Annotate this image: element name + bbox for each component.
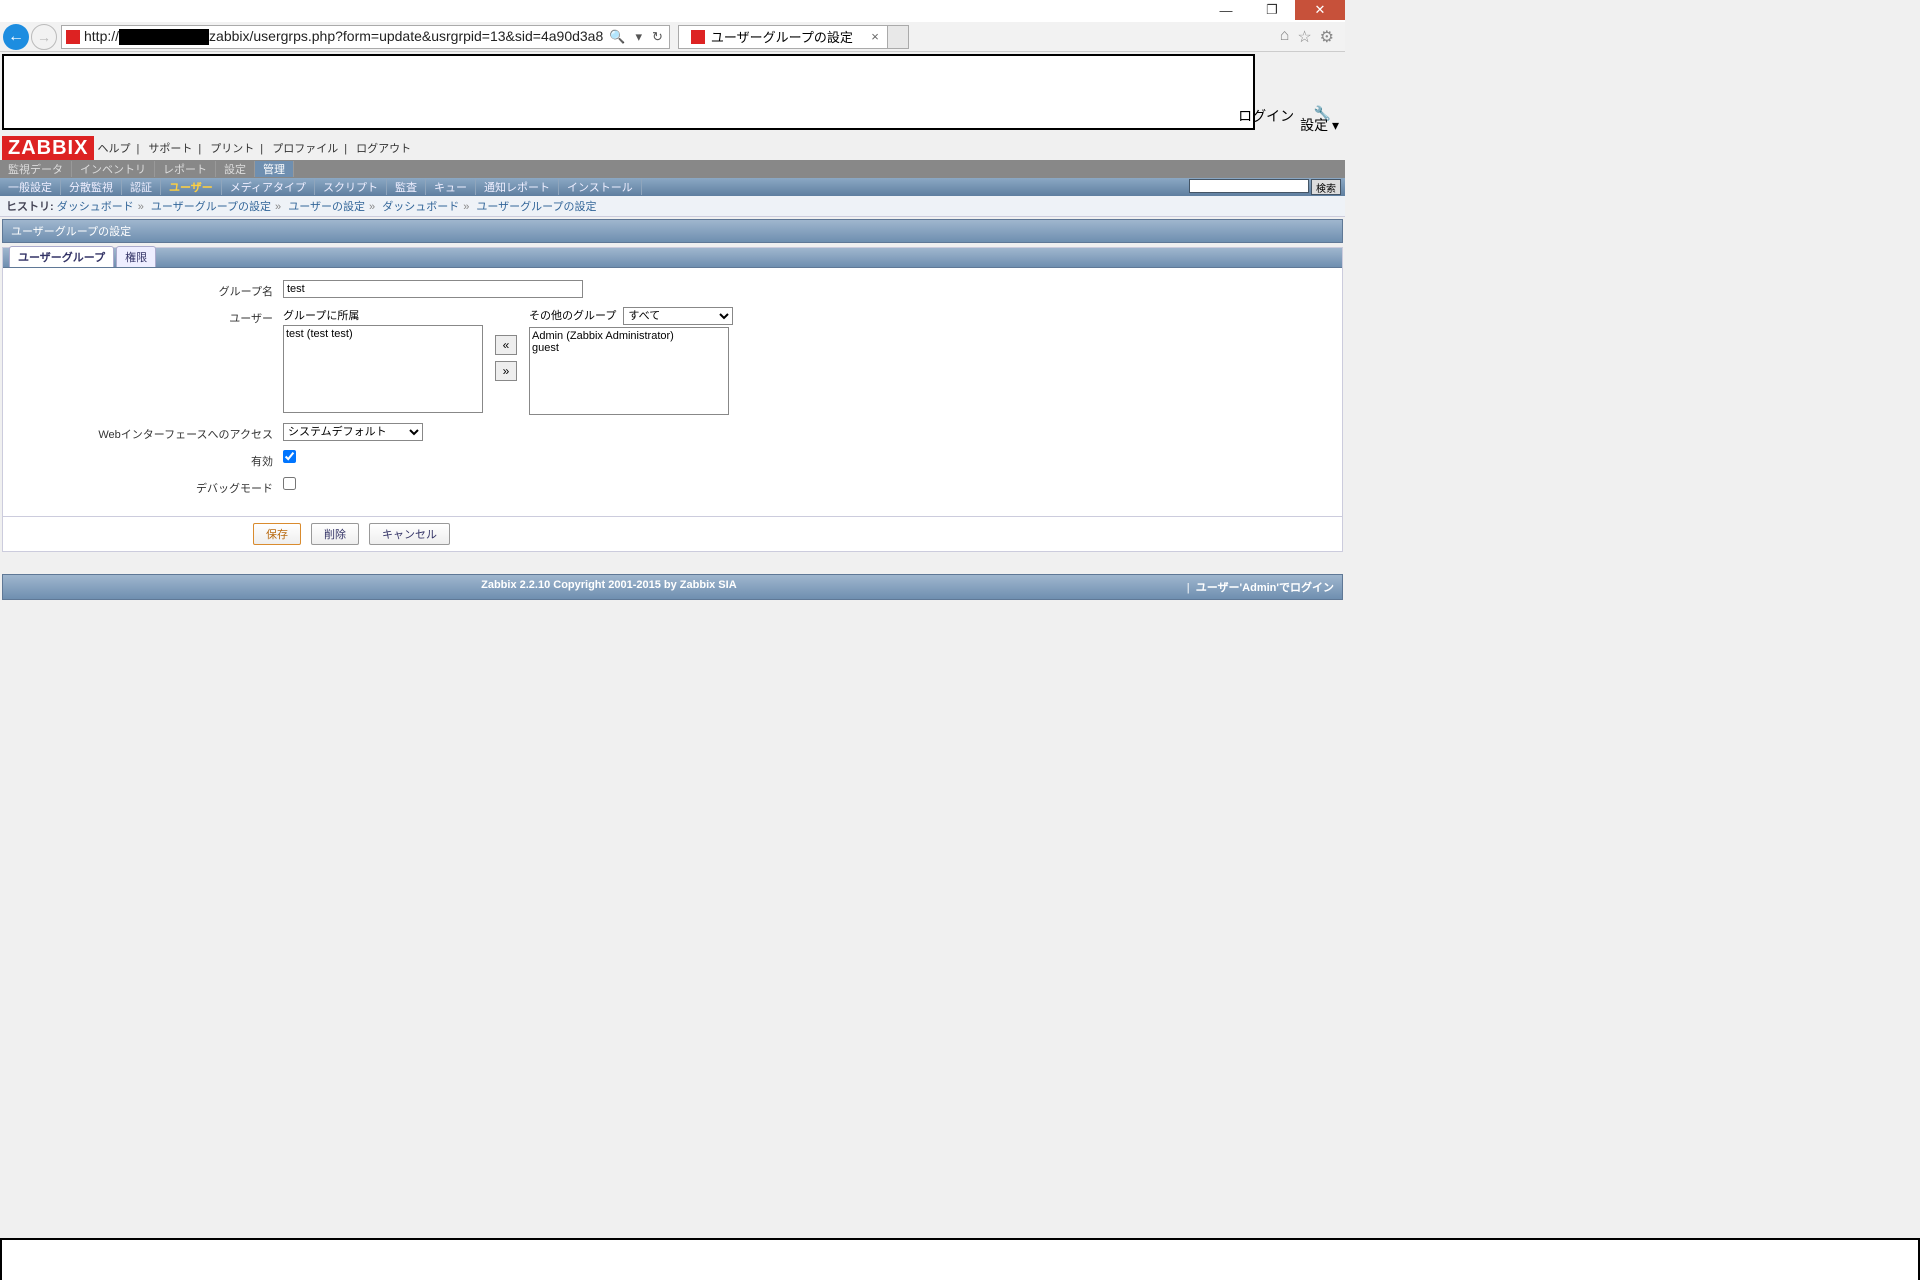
nav-config[interactable]: 設定: [216, 161, 255, 177]
nav-inventory[interactable]: インベントリ: [72, 161, 155, 177]
favicon-icon: [66, 30, 80, 44]
subnav-auth[interactable]: 認証: [122, 179, 161, 195]
tab-favicon-icon: [691, 30, 705, 44]
delete-button[interactable]: 削除: [311, 523, 359, 545]
main-nav: 監視データ インベントリ レポート 設定 管理: [0, 160, 1345, 178]
tools-icon[interactable]: ⚙: [1320, 27, 1334, 47]
subnav-users[interactable]: ユーザー: [161, 179, 222, 195]
subnav-dm[interactable]: 分散監視: [61, 179, 122, 195]
history-link[interactable]: ユーザーグループの設定: [476, 201, 596, 213]
footer-logged-in: ユーザー'Admin'でログイン: [1196, 582, 1334, 594]
browser-addressbar: ← → http://zabbix/usergrps.php?form=upda…: [0, 22, 1345, 52]
nav-admin[interactable]: 管理: [255, 161, 294, 177]
nav-back-button[interactable]: ←: [3, 24, 29, 50]
button-bar: 保存 削除 キャンセル: [2, 517, 1343, 552]
favorites-icon[interactable]: ☆: [1297, 27, 1311, 47]
nav-reports[interactable]: レポート: [155, 161, 216, 177]
list-item[interactable]: test (test test): [286, 328, 480, 340]
select-web-access[interactable]: システムデフォルト: [283, 423, 423, 441]
tab-permissions[interactable]: 権限: [116, 246, 156, 267]
tab-close-icon[interactable]: ×: [871, 29, 879, 44]
minimize-button[interactable]: —: [1203, 0, 1249, 20]
subnav-queue[interactable]: キュー: [426, 179, 476, 195]
label-users: ユーザー: [13, 307, 283, 326]
search-button[interactable]: 検索: [1311, 179, 1341, 195]
sub-nav: 一般設定 分散監視 認証 ユーザー メディアタイプ スクリプト 監査 キュー 通…: [0, 178, 1345, 196]
new-tab-button[interactable]: [887, 25, 909, 49]
history-link[interactable]: ユーザーグループの設定: [151, 201, 271, 213]
move-right-button[interactable]: »: [495, 361, 517, 381]
close-button[interactable]: ✕: [1295, 0, 1345, 20]
history-bar: ヒストリ: ダッシュボード» ユーザーグループの設定» ユーザーの設定» ダッシ…: [0, 196, 1345, 217]
history-label: ヒストリ:: [6, 201, 54, 213]
history-link[interactable]: ユーザーの設定: [288, 201, 365, 213]
footer-copyright: Zabbix 2.2.10 Copyright 2001-2015 by Zab…: [31, 579, 1187, 595]
subnav-notifications[interactable]: 通知レポート: [476, 179, 559, 195]
cancel-button[interactable]: キャンセル: [369, 523, 450, 545]
form-tabs: ユーザーグループ 権限: [3, 248, 1342, 268]
label-other-groups: その他のグループ すべて: [529, 307, 733, 325]
zabbix-header: ZABBIX ヘルプ| サポート| プリント| プロファイル| ログアウト: [0, 132, 1345, 160]
checkbox-enabled[interactable]: [283, 450, 296, 463]
nav-forward-button[interactable]: →: [31, 24, 57, 50]
profile-link[interactable]: プロファイル: [272, 143, 338, 155]
label-in-group: グループに所属: [283, 307, 483, 323]
list-item[interactable]: Admin (Zabbix Administrator): [532, 330, 726, 342]
logout-link[interactable]: ログアウト: [356, 143, 411, 155]
tab-usergroup[interactable]: ユーザーグループ: [9, 246, 114, 267]
subnav-general[interactable]: 一般設定: [0, 179, 61, 195]
page-login-block: ログイン 🔧 設定 ▾: [1238, 106, 1339, 132]
subnav-audit[interactable]: 監査: [387, 179, 426, 195]
browser-tab[interactable]: ユーザーグループの設定 ×: [678, 25, 888, 49]
listbox-in-group[interactable]: test (test test): [283, 325, 483, 413]
url-text: http://zabbix/usergrps.php?form=update&u…: [84, 28, 603, 45]
page-body: ログイン 🔧 設定 ▾ ZABBIX ヘルプ| サポート| プリント| プロファ…: [0, 54, 1345, 600]
maximize-button[interactable]: ❐: [1249, 0, 1295, 20]
form-panel: ユーザーグループ 権限 グループ名 ユーザー グループに所属 test (tes…: [2, 247, 1343, 517]
search-icon[interactable]: 🔍: [609, 29, 625, 45]
select-other-group[interactable]: すべて: [623, 307, 733, 325]
global-search: 検索: [1189, 179, 1341, 195]
ad-placeholder-top: [2, 54, 1255, 130]
url-field[interactable]: http://zabbix/usergrps.php?form=update&u…: [61, 25, 670, 49]
section-title: ユーザーグループの設定: [2, 219, 1343, 243]
listbox-other[interactable]: Admin (Zabbix Administrator) guest: [529, 327, 729, 415]
subnav-install[interactable]: インストール: [559, 179, 642, 195]
move-left-button[interactable]: «: [495, 335, 517, 355]
subnav-scripts[interactable]: スクリプト: [315, 179, 387, 195]
tab-title: ユーザーグループの設定: [711, 27, 853, 46]
nav-monitoring[interactable]: 監視データ: [0, 161, 72, 177]
checkbox-debug[interactable]: [283, 477, 296, 490]
support-link[interactable]: サポート: [148, 143, 192, 155]
help-bar: ヘルプ| サポート| プリント| プロファイル| ログアウト: [94, 140, 414, 156]
ad-placeholder-bottom: [0, 1238, 1920, 1280]
settings-link[interactable]: 設定 ▾: [1300, 118, 1339, 132]
help-link[interactable]: ヘルプ: [97, 143, 130, 155]
os-titlebar: — ❐ ✕: [0, 0, 1345, 22]
label-debug: デバッグモード: [13, 477, 283, 496]
list-item[interactable]: guest: [532, 342, 726, 354]
home-icon[interactable]: ⌂: [1280, 27, 1290, 47]
print-link[interactable]: プリント: [210, 143, 254, 155]
label-group-name: グループ名: [13, 280, 283, 299]
login-link[interactable]: ログイン: [1238, 106, 1294, 126]
history-link[interactable]: ダッシュボード: [57, 201, 134, 213]
history-link[interactable]: ダッシュボード: [382, 201, 459, 213]
zabbix-logo: ZABBIX: [2, 136, 94, 160]
label-web-access: Webインターフェースへのアクセス: [13, 423, 283, 442]
input-group-name[interactable]: [283, 280, 583, 298]
save-button[interactable]: 保存: [253, 523, 301, 545]
url-dropdown-icon[interactable]: ▾: [635, 29, 642, 45]
footer: Zabbix 2.2.10 Copyright 2001-2015 by Zab…: [2, 574, 1343, 600]
subnav-media[interactable]: メディアタイプ: [222, 179, 315, 195]
search-input[interactable]: [1189, 179, 1309, 193]
label-enabled: 有効: [13, 450, 283, 469]
refresh-icon[interactable]: ↻: [652, 29, 663, 45]
